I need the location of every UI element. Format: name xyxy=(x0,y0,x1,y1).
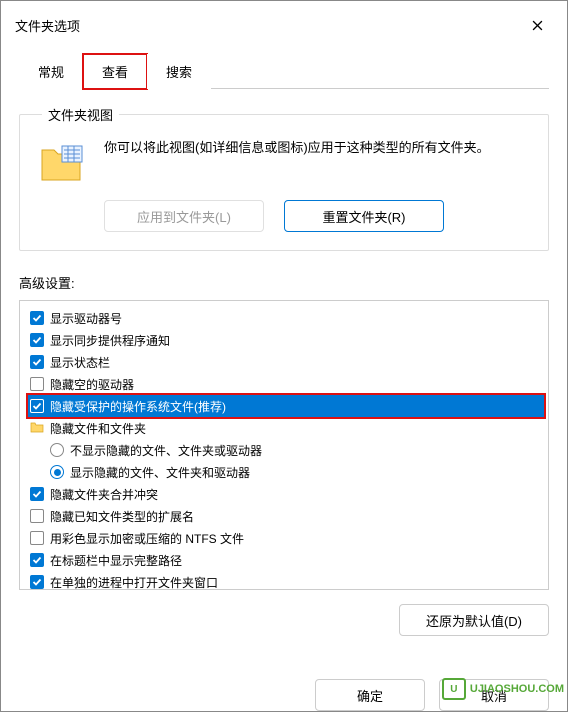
folder-small-icon xyxy=(30,421,44,436)
checkbox-icon xyxy=(30,355,44,369)
advanced-settings-label: 高级设置: xyxy=(19,273,549,292)
list-item[interactable]: 显示驱动器号 xyxy=(28,307,544,329)
close-button[interactable] xyxy=(521,11,553,39)
checkbox-icon xyxy=(30,575,44,589)
list-item[interactable]: 在单独的进程中打开文件夹窗口 xyxy=(28,571,544,590)
checkbox-icon xyxy=(30,311,44,325)
dialog-title: 文件夹选项 xyxy=(15,16,80,35)
list-item-label: 不显示隐藏的文件、文件夹或驱动器 xyxy=(70,442,262,459)
tab-bar: 常规 查看 搜索 xyxy=(19,53,549,89)
list-item[interactable]: 显示状态栏 xyxy=(28,351,544,373)
list-item-label: 隐藏已知文件类型的扩展名 xyxy=(50,508,194,525)
tab-general[interactable]: 常规 xyxy=(19,54,83,89)
checkbox-icon xyxy=(30,531,44,545)
list-item-label: 在标题栏中显示完整路径 xyxy=(50,552,182,569)
list-item-label: 显示驱动器号 xyxy=(50,310,122,327)
checkbox-icon xyxy=(30,509,44,523)
list-item-label: 显示隐藏的文件、文件夹和驱动器 xyxy=(70,464,250,481)
folder-options-dialog: 文件夹选项 常规 查看 搜索 文件夹视图 xyxy=(0,0,568,712)
list-item[interactable]: 显示同步提供程序通知 xyxy=(28,329,544,351)
list-item[interactable]: 用彩色显示加密或压缩的 NTFS 文件 xyxy=(28,527,544,549)
list-item[interactable]: 隐藏空的驱动器 xyxy=(28,373,544,395)
list-item[interactable]: 不显示隐藏的文件、文件夹或驱动器 xyxy=(28,439,544,461)
list-item-label: 用彩色显示加密或压缩的 NTFS 文件 xyxy=(50,530,244,547)
radio-icon xyxy=(50,465,64,479)
reset-folders-button[interactable]: 重置文件夹(R) xyxy=(284,200,444,232)
apply-to-folders-button[interactable]: 应用到文件夹(L) xyxy=(104,200,264,232)
list-item[interactable]: 隐藏受保护的操作系统文件(推荐) xyxy=(28,395,544,417)
list-item-label: 隐藏受保护的操作系统文件(推荐) xyxy=(50,398,226,415)
watermark-text: UJIAOSHOU.COM xyxy=(470,683,564,695)
close-icon xyxy=(532,20,543,31)
watermark-logo-icon: U xyxy=(442,678,466,700)
checkbox-icon xyxy=(30,377,44,391)
list-item-label: 隐藏空的驱动器 xyxy=(50,376,134,393)
advanced-settings-list[interactable]: 显示驱动器号显示同步提供程序通知显示状态栏隐藏空的驱动器隐藏受保护的操作系统文件… xyxy=(19,300,549,590)
titlebar: 文件夹选项 xyxy=(1,1,567,49)
list-item: 隐藏文件和文件夹 xyxy=(28,417,544,439)
folder-views-legend: 文件夹视图 xyxy=(42,105,119,124)
list-item-label: 隐藏文件和文件夹 xyxy=(50,420,146,437)
list-item[interactable]: 显示隐藏的文件、文件夹和驱动器 xyxy=(28,461,544,483)
list-item[interactable]: 隐藏已知文件类型的扩展名 xyxy=(28,505,544,527)
tab-search[interactable]: 搜索 xyxy=(147,54,211,89)
restore-defaults-button[interactable]: 还原为默认值(D) xyxy=(399,604,549,636)
list-item[interactable]: 隐藏文件夹合并冲突 xyxy=(28,483,544,505)
list-item-label: 显示状态栏 xyxy=(50,354,110,371)
checkbox-icon xyxy=(30,487,44,501)
folder-views-desc: 你可以将此视图(如详细信息或图标)应用于这种类型的所有文件夹。 xyxy=(104,138,534,159)
folder-views-group: 文件夹视图 你可以将此视图(如详细信息或图标)应用于这种类型的所有文件夹。 xyxy=(19,105,549,251)
folder-icon xyxy=(40,142,86,184)
checkbox-icon xyxy=(30,553,44,567)
ok-button[interactable]: 确定 xyxy=(315,679,425,711)
radio-icon xyxy=(50,443,64,457)
list-item-label: 显示同步提供程序通知 xyxy=(50,332,170,349)
list-item-label: 在单独的进程中打开文件夹窗口 xyxy=(50,574,218,591)
list-item[interactable]: 在标题栏中显示完整路径 xyxy=(28,549,544,571)
checkbox-icon xyxy=(30,333,44,347)
checkbox-icon xyxy=(30,399,44,413)
watermark: U UJIAOSHOU.COM xyxy=(442,678,564,700)
dialog-content: 常规 查看 搜索 文件夹视图 你可以将此视图(如详 xyxy=(1,49,567,667)
tab-view[interactable]: 查看 xyxy=(83,54,147,89)
list-item-label: 隐藏文件夹合并冲突 xyxy=(50,486,158,503)
